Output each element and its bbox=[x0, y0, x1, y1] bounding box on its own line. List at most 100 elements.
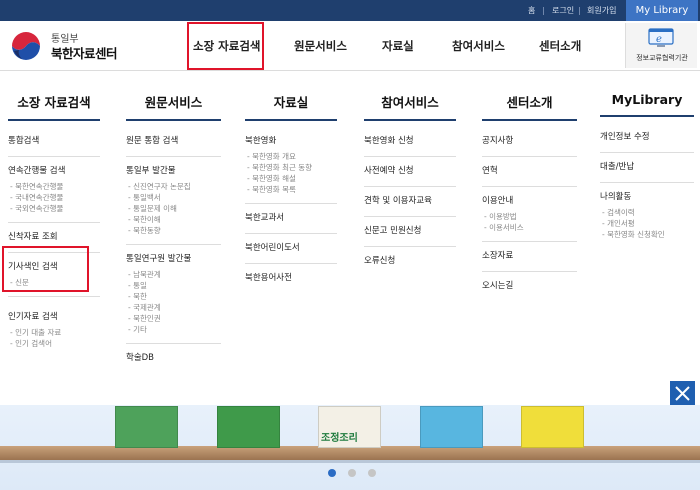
menu-item[interactable]: 사전예약 신청 bbox=[364, 165, 456, 178]
menu-item[interactable]: 인기자료 검색 bbox=[8, 311, 100, 324]
submenu-item[interactable]: - 북한연속간행물 bbox=[8, 181, 100, 192]
menu-group: 통일연구원 발간물 - 남북관계 - 통일 - 북한 - 국제관계 - 북한인권… bbox=[126, 245, 221, 344]
menu-group: 북한영화 - 북한영화 개요 - 북한영화 최근 동향 - 북한영화 해설 - … bbox=[245, 121, 337, 204]
submenu-item[interactable]: - 이용방법 bbox=[482, 211, 577, 222]
submenu-item[interactable]: - 검색이력 bbox=[600, 207, 694, 218]
menu-column-participation: 참여서비스 북한영화 신청 사전예약 신청 견학 및 이용자교육 신문고 민원신… bbox=[364, 92, 456, 276]
menu-group: 나의활동 - 검색이력 - 개인서평 - 북한영화 신청확인 bbox=[600, 183, 694, 248]
menu-group: 오류신청 bbox=[364, 247, 456, 276]
submenu-item[interactable]: - 북한영화 해설 bbox=[245, 173, 337, 184]
submenu-item[interactable]: - 국제관계 bbox=[126, 302, 221, 313]
my-library-button[interactable]: My Library bbox=[626, 0, 698, 21]
close-icon bbox=[675, 386, 690, 401]
menu-group: 연혁 bbox=[482, 157, 577, 187]
menu-item[interactable]: 오류신청 bbox=[364, 255, 456, 268]
menu-column-title[interactable]: 센터소개 bbox=[482, 92, 577, 121]
submenu-item[interactable]: - 통일 bbox=[126, 280, 221, 291]
book-cover[interactable] bbox=[217, 406, 280, 448]
menu-column-mylibrary: MyLibrary 개인정보 수정 대출/반납 나의활동 - 검색이력 - 개인… bbox=[600, 92, 694, 248]
menu-item[interactable]: 통일부 발간물 bbox=[126, 165, 221, 178]
submenu-item[interactable]: - 북한영화 최근 동향 bbox=[245, 162, 337, 173]
submenu-item[interactable]: - 북한영화 목록 bbox=[245, 184, 337, 195]
menu-group: 개인정보 수정 bbox=[600, 117, 694, 153]
submenu-item[interactable]: - 북한동향 bbox=[126, 225, 221, 236]
menu-item[interactable]: 원문 통합 검색 bbox=[126, 135, 221, 148]
government-emblem-icon[interactable] bbox=[10, 30, 42, 62]
menu-column-title[interactable]: 원문서비스 bbox=[126, 92, 221, 121]
menu-group: 견학 및 이용자교육 bbox=[364, 187, 456, 217]
menu-item[interactable]: 북한교과서 bbox=[245, 212, 337, 225]
menu-group: 연속간행물 검색 - 북한연속간행물 - 국내연속간행물 - 국외연속간행물 bbox=[8, 157, 100, 223]
shelf-shadow bbox=[0, 460, 700, 463]
menu-item[interactable]: 나의활동 bbox=[600, 191, 694, 204]
gnb-fulltext-service[interactable]: 원문서비스 bbox=[294, 38, 347, 54]
book-cover[interactable] bbox=[420, 406, 483, 448]
book-cover[interactable]: 조정조리 bbox=[318, 406, 381, 448]
submenu-item[interactable]: - 북한영화 개요 bbox=[245, 151, 337, 162]
menu-item[interactable]: 연속간행물 검색 bbox=[8, 165, 100, 178]
menu-item[interactable]: 북한영화 bbox=[245, 135, 337, 148]
menu-column-title[interactable]: 자료실 bbox=[245, 92, 337, 121]
menu-item[interactable]: 북한어린이도서 bbox=[245, 242, 337, 255]
signup-link[interactable]: 회원가입 bbox=[587, 0, 616, 21]
menu-group: 신문고 민원신청 bbox=[364, 217, 456, 247]
menu-item[interactable]: 북한용어사전 bbox=[245, 272, 337, 285]
gnb-participation[interactable]: 참여서비스 bbox=[452, 38, 505, 54]
submenu-item[interactable]: - 인기 검색어 bbox=[8, 338, 100, 349]
book-cover[interactable] bbox=[521, 406, 584, 448]
menu-item[interactable]: 연혁 bbox=[482, 165, 577, 178]
menu-item[interactable]: 이용안내 bbox=[482, 195, 577, 208]
menu-item[interactable]: 신문고 민원신청 bbox=[364, 225, 456, 238]
submenu-item[interactable]: - 북한이해 bbox=[126, 214, 221, 225]
menu-item[interactable]: 통일연구원 발간물 bbox=[126, 253, 221, 266]
menu-item[interactable]: 오시는길 bbox=[482, 280, 577, 293]
menu-column-title[interactable]: 소장 자료검색 bbox=[8, 92, 100, 121]
menu-item[interactable]: 개인정보 수정 bbox=[600, 131, 694, 144]
menu-group: 통일부 발간물 - 신진연구자 논문집 - 통일백서 - 통일문제 이해 - 북… bbox=[126, 157, 221, 245]
submenu-item[interactable]: - 국외연속간행물 bbox=[8, 203, 100, 214]
submenu-item[interactable]: - 신진연구자 논문집 bbox=[126, 181, 221, 192]
gnb-archive[interactable]: 자료실 bbox=[382, 38, 414, 54]
menu-column-title[interactable]: MyLibrary bbox=[600, 92, 694, 117]
book-cover[interactable] bbox=[115, 406, 178, 448]
highlight-box bbox=[2, 246, 89, 292]
carousel-dot[interactable] bbox=[328, 469, 336, 477]
submenu-item[interactable]: - 이용서비스 bbox=[482, 222, 577, 233]
menu-group: 북한영화 신청 bbox=[364, 121, 456, 157]
menu-column-title[interactable]: 참여서비스 bbox=[364, 92, 456, 121]
submenu-item[interactable]: - 통일백서 bbox=[126, 192, 221, 203]
partner-label: 정보교류협력기관 bbox=[636, 54, 688, 62]
submenu-item[interactable]: - 북한인권 bbox=[126, 313, 221, 324]
menu-item[interactable]: 견학 및 이용자교육 bbox=[364, 195, 456, 208]
separator bbox=[579, 7, 580, 15]
menu-item[interactable]: 공지사항 bbox=[482, 135, 577, 148]
menu-column-fulltext: 원문서비스 원문 통합 검색 통일부 발간물 - 신진연구자 논문집 - 통일백… bbox=[126, 92, 221, 373]
home-link[interactable]: 홈 bbox=[528, 0, 535, 21]
submenu-item[interactable]: - 개인서평 bbox=[600, 218, 694, 229]
close-menu-button[interactable] bbox=[670, 381, 695, 406]
menu-item[interactable]: 신착자료 조회 bbox=[8, 231, 100, 244]
menu-item[interactable]: 통합검색 bbox=[8, 135, 100, 148]
menu-item[interactable]: 북한영화 신청 bbox=[364, 135, 456, 148]
menu-group: 이용안내 - 이용방법 - 이용서비스 bbox=[482, 187, 577, 242]
menu-group: 북한교과서 bbox=[245, 204, 337, 234]
submenu-item[interactable]: - 통일문제 이해 bbox=[126, 203, 221, 214]
menu-item[interactable]: 대출/반납 bbox=[600, 161, 694, 174]
submenu-item[interactable]: - 북한 bbox=[126, 291, 221, 302]
menu-item[interactable]: 소장자료 bbox=[482, 250, 577, 263]
menu-column-holdings-search: 소장 자료검색 통합검색 연속간행물 검색 - 북한연속간행물 - 국내연속간행… bbox=[8, 92, 100, 357]
carousel-dot[interactable] bbox=[348, 469, 356, 477]
book-shelf bbox=[0, 446, 700, 460]
submenu-item[interactable]: - 인기 대출 자료 bbox=[8, 327, 100, 338]
gnb-center-intro[interactable]: 센터소개 bbox=[539, 38, 581, 54]
menu-group: 북한용어사전 bbox=[245, 264, 337, 293]
submenu-item[interactable]: - 남북관계 bbox=[126, 269, 221, 280]
menu-item[interactable]: 학술DB bbox=[126, 352, 221, 365]
submenu-item[interactable]: - 북한영화 신청확인 bbox=[600, 229, 694, 240]
submenu-item[interactable]: - 국내연속간행물 bbox=[8, 192, 100, 203]
svg-text:e: e bbox=[656, 34, 662, 45]
login-link[interactable]: 로그인 bbox=[552, 0, 574, 21]
submenu-item[interactable]: - 기타 bbox=[126, 324, 221, 335]
center-name[interactable]: 북한자료센터 bbox=[51, 43, 118, 62]
carousel-dot[interactable] bbox=[368, 469, 376, 477]
